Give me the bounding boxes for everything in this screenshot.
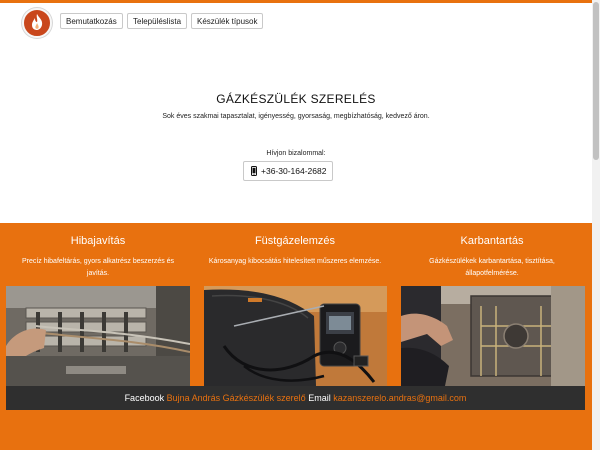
service-desc-fustgazelemzes: Károsanyag kibocsátás hitelesített műsze… (208, 258, 382, 265)
phone-number: +36-30-164-2682 (261, 166, 327, 176)
service-desc-karbantartas: Gázkészülékek karbantartása, tisztítása,… (429, 258, 555, 277)
photo-karbantartas (401, 286, 585, 386)
nav-item-telepuleslista[interactable]: Településlista (127, 13, 188, 29)
photo-hibajavitas (6, 286, 190, 386)
service-title-fustgazelemzes: Füstgázelemzés (254, 235, 336, 247)
phone-icon (251, 166, 257, 176)
top-navbar: Bemutatkozás Településlista Készülék típ… (0, 0, 592, 38)
call-label: Hívjon bizalommal: (266, 150, 326, 157)
phone-button[interactable]: +36-30-164-2682 (243, 161, 333, 181)
footer-facebook-link[interactable]: Bujna András Gázkészülék szerelő (167, 393, 306, 403)
service-desc-hibajavitas: Precíz hibafeltárás, gyors alkatrész bes… (21, 258, 175, 277)
footer-bar: Facebook Bujna András Gázkészülék szerel… (6, 386, 585, 410)
photo-fustgazelemzes (204, 286, 387, 386)
nav-item-bemutatkozas[interactable]: Bemutatkozás (60, 13, 123, 29)
nav-item-keszulek-tipusok[interactable]: Készülék típusok (191, 13, 264, 29)
page-title: GÁZKÉSZÜLÉK SZERELÉS (216, 92, 376, 106)
flame-logo-icon[interactable] (22, 8, 52, 38)
service-title-hibajavitas: Hibajavítás (70, 235, 126, 247)
scrollbar-thumb[interactable] (593, 2, 599, 160)
footer-email-label: Email (308, 393, 331, 403)
footer-email-link[interactable]: kazanszerelo.andras@gmail.com (333, 393, 466, 403)
hero-subtitle: Sok éves szakmai tapasztalat, igényesség… (162, 113, 430, 120)
footer-facebook-label: Facebook (124, 393, 165, 403)
service-title-karbantartas: Karbantartás (460, 235, 524, 247)
